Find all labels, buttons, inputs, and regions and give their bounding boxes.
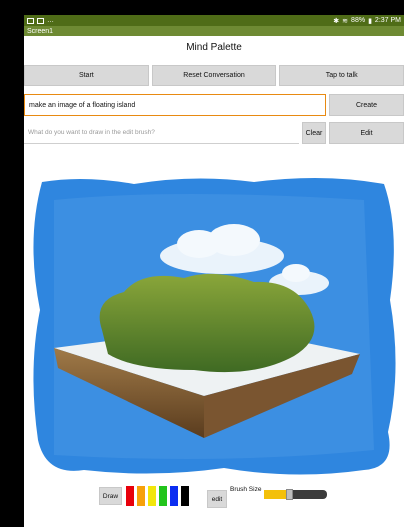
brush-size-slider[interactable] — [264, 489, 327, 500]
notification-icon — [27, 17, 34, 24]
color-swatch-red[interactable] — [126, 486, 134, 506]
app-window: … ✱ ≋ 88% ▮ 2:37 PM Screen1 Mind Palette… — [24, 15, 404, 527]
color-swatch-yellow[interactable] — [148, 486, 156, 506]
screen-title: Screen1 — [27, 27, 54, 35]
drawing-canvas[interactable] — [24, 170, 404, 482]
bottom-bar: Draw edit Brush Size — [24, 486, 404, 508]
bluetooth-icon: ✱ — [333, 17, 340, 25]
battery-percent: 88% — [351, 17, 366, 24]
toolbar: Start Reset Conversation Tap to talk — [24, 65, 404, 86]
app-title: Mind Palette — [186, 42, 242, 53]
color-swatch-orange[interactable] — [137, 486, 145, 506]
prompt-row: make an image of a floating island Creat… — [24, 94, 404, 116]
color-swatch-black[interactable] — [181, 486, 189, 506]
brush-size-thumb[interactable] — [286, 489, 293, 500]
clear-button[interactable]: Clear — [302, 122, 326, 144]
create-button[interactable]: Create — [329, 94, 404, 116]
edit-brush-input[interactable]: What do you want to draw in the edit bru… — [24, 122, 299, 144]
prompt-input[interactable]: make an image of a floating island — [24, 94, 326, 116]
wifi-icon: ≋ — [342, 17, 349, 25]
color-swatch-green[interactable] — [159, 486, 167, 506]
edit-button[interactable]: Edit — [329, 122, 404, 144]
screen-title-bar: Screen1 — [24, 26, 404, 36]
more-notifications: … — [47, 17, 54, 24]
status-bar: … ✱ ≋ 88% ▮ 2:37 PM — [24, 15, 404, 26]
cast-icon — [37, 17, 44, 24]
brush-size-label: Brush Size — [230, 486, 262, 493]
edit-brush-row: What do you want to draw in the edit bru… — [24, 122, 404, 144]
color-swatch-blue[interactable] — [170, 486, 178, 506]
tap-to-talk-button[interactable]: Tap to talk — [279, 65, 404, 86]
battery-icon: ▮ — [368, 17, 372, 25]
edit-mode-button[interactable]: edit — [207, 490, 227, 508]
start-button[interactable]: Start — [24, 65, 149, 86]
reset-conversation-button[interactable]: Reset Conversation — [151, 65, 277, 86]
brush-size-track — [289, 490, 327, 499]
color-swatches — [126, 486, 189, 506]
draw-button[interactable]: Draw — [99, 487, 122, 505]
clock: 2:37 PM — [374, 17, 401, 24]
